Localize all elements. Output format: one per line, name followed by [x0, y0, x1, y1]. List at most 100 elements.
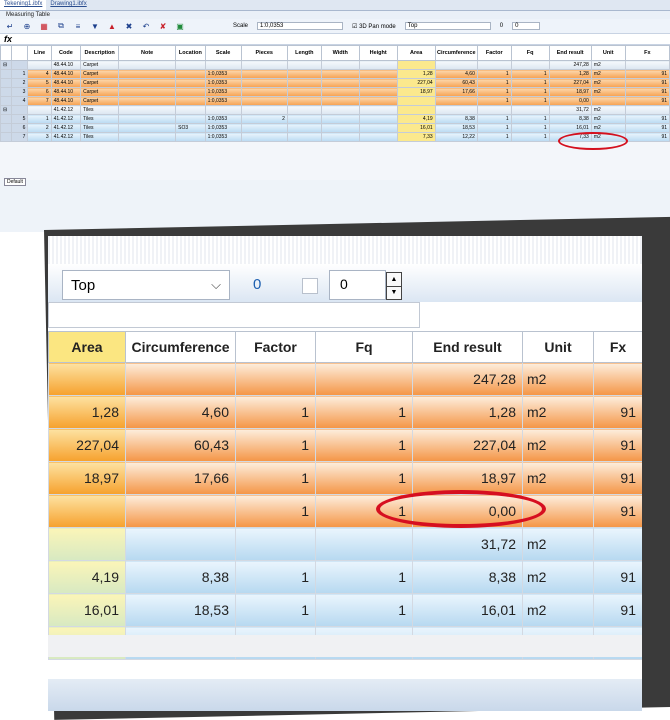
column-header-length[interactable]: Length	[286, 45, 322, 61]
column-header-note[interactable]: Note	[118, 45, 177, 61]
cell-desc[interactable]: Tiles	[80, 123, 120, 133]
cell-area[interactable]	[48, 527, 126, 561]
group-toggle[interactable]	[0, 114, 12, 124]
cell-code[interactable]: 41.42.12	[50, 114, 82, 124]
cell-area[interactable]: 1,28	[48, 395, 126, 429]
cell-end[interactable]: 247,28	[548, 60, 592, 70]
view-select[interactable]: Top ⌵	[62, 270, 230, 300]
column-header-end-result[interactable]: End result	[412, 331, 523, 363]
cell-pieces[interactable]	[240, 132, 288, 142]
export-icon[interactable]: ▣	[176, 22, 184, 31]
cell-note[interactable]	[118, 123, 177, 133]
cell-note[interactable]	[118, 78, 177, 88]
cell-height[interactable]	[358, 105, 398, 115]
cell-end[interactable]: 16,01	[548, 123, 592, 133]
cell-length[interactable]	[286, 105, 322, 115]
cell-factor[interactable]: 1	[235, 593, 316, 627]
cell-height[interactable]	[358, 96, 398, 106]
cell-circ[interactable]: 60,43	[125, 428, 236, 462]
cell-note[interactable]	[118, 96, 177, 106]
cell-factor[interactable]: 1	[476, 132, 512, 142]
cell-desc[interactable]: Tiles	[80, 114, 120, 124]
cell-end[interactable]: 1,28	[548, 69, 592, 79]
cell-fx[interactable]: 91	[593, 461, 642, 495]
cell-area[interactable]: 4,19	[48, 560, 126, 594]
group-toggle[interactable]: ⊟	[0, 60, 12, 70]
cell-end[interactable]: 0,00	[548, 96, 592, 106]
cell-scale[interactable]: 1:0,0353	[204, 114, 242, 124]
cell-code[interactable]: 48.44.10	[50, 60, 82, 70]
table-row[interactable]: 6 2 41.42.12 Tiles SO3 1:0,0353 16,01 18,53 1 1 16…	[0, 123, 670, 133]
column-header-fq[interactable]: Fq	[510, 45, 550, 61]
cell-unit[interactable]: m2	[590, 87, 626, 97]
arrow-down-icon[interactable]: ▼	[91, 22, 99, 31]
cell-end[interactable]: 31,72	[548, 105, 592, 115]
cell-length[interactable]	[286, 60, 322, 70]
cell-desc[interactable]: Carpet	[80, 87, 120, 97]
cell-fx[interactable]: 91	[624, 123, 670, 133]
column-header-fx[interactable]: Fx	[624, 45, 670, 61]
cell-unit[interactable]: m2	[522, 362, 594, 396]
group-row[interactable]: ⊟ 48.44.10 Carpet 247,28 m2	[0, 60, 670, 70]
column-header-code[interactable]: Code	[50, 45, 82, 61]
cell-line[interactable]: 3	[27, 132, 52, 142]
column-header-location[interactable]: Location	[175, 45, 206, 61]
cell-area[interactable]	[396, 60, 436, 70]
cell-circ[interactable]: 4,60	[434, 69, 478, 79]
cell-code[interactable]: 48.44.10	[50, 96, 82, 106]
cell-area[interactable]: 7,33	[396, 132, 436, 142]
column-header-line[interactable]: Line	[27, 45, 52, 61]
cell-note[interactable]	[118, 114, 177, 124]
offset-checkbox[interactable]	[302, 278, 318, 294]
cell-height[interactable]	[358, 123, 398, 133]
cell-fq[interactable]: 1	[510, 78, 550, 88]
cell-fq[interactable]: 1	[510, 132, 550, 142]
cell-fq[interactable]: 1	[315, 428, 413, 462]
cell-circ[interactable]: 4,60	[125, 395, 236, 429]
offset-input[interactable]: 0	[329, 270, 386, 300]
column-header-circumference[interactable]: Circumference	[434, 45, 478, 61]
cell-loc[interactable]	[175, 105, 206, 115]
cell-factor[interactable]	[235, 362, 316, 396]
cell-line[interactable]: 4	[27, 69, 52, 79]
cell-width[interactable]	[320, 114, 360, 124]
cell-scale[interactable]	[204, 105, 242, 115]
cell-area[interactable]: 4,19	[396, 114, 436, 124]
cell-area[interactable]	[48, 362, 126, 396]
spin-up-icon[interactable]: ▲	[387, 273, 401, 287]
cell-pieces[interactable]	[240, 105, 288, 115]
table-row[interactable]: 18,97 17,66 1 1 18,97 m2 91	[48, 461, 642, 495]
cell-height[interactable]	[358, 78, 398, 88]
cell-factor[interactable]: 1	[476, 123, 512, 133]
cell-circ[interactable]	[434, 96, 478, 106]
cell-loc[interactable]: SO3	[175, 123, 206, 133]
cell-factor[interactable]: 1	[476, 78, 512, 88]
cell-unit[interactable]: m2	[590, 105, 626, 115]
cell-fx[interactable]: 91	[624, 78, 670, 88]
cell-scale[interactable]: 1:0,0353	[204, 69, 242, 79]
cell-length[interactable]	[286, 96, 322, 106]
cell-pieces[interactable]: 2	[240, 114, 288, 124]
group-toggle[interactable]	[0, 96, 12, 106]
cell-circ[interactable]: 60,43	[434, 78, 478, 88]
column-header-end-result[interactable]: End result	[548, 45, 592, 61]
table-row[interactable]: 31,72 m2	[48, 527, 642, 561]
cell-loc[interactable]	[175, 60, 206, 70]
group-toggle[interactable]	[0, 69, 12, 79]
arrow-up-icon[interactable]: ▲	[108, 22, 116, 31]
column-header-height[interactable]: Height	[358, 45, 398, 61]
cell-end[interactable]: 1,28	[412, 395, 523, 429]
cell-factor[interactable]: 1	[235, 428, 316, 462]
cell-note[interactable]	[118, 105, 177, 115]
cell-pieces[interactable]	[240, 69, 288, 79]
column-header-unit[interactable]: Unit	[522, 331, 594, 363]
cell-loc[interactable]	[175, 78, 206, 88]
table-row[interactable]: 5 1 41.42.12 Tiles 1:0,0353 2 4,19 8,38 1 1 8,38 m2…	[0, 114, 670, 124]
offset-spinner[interactable]: ▲ ▼	[386, 272, 402, 300]
cell-fx[interactable]	[593, 527, 642, 561]
cell-circ[interactable]	[125, 494, 236, 528]
cell-height[interactable]	[358, 87, 398, 97]
formula-input[interactable]	[48, 302, 420, 328]
cell-pieces[interactable]	[240, 87, 288, 97]
cell-pieces[interactable]	[240, 60, 288, 70]
